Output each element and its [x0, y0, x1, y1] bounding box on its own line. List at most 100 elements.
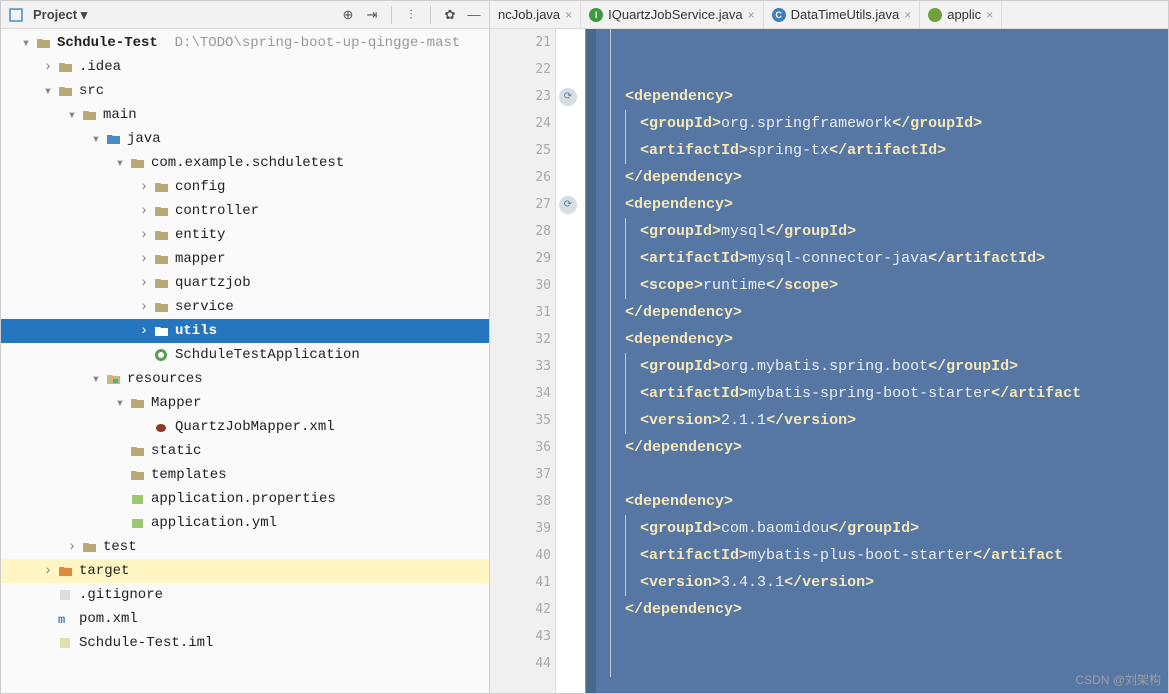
override-icon[interactable]: ⟳ — [559, 88, 577, 106]
tree-item[interactable]: ▾com.example.schduletest — [1, 151, 489, 175]
node-icon — [57, 635, 73, 651]
chevron-icon[interactable]: ▾ — [89, 372, 103, 386]
editor-tab[interactable]: IIQuartzJobService.java× — [581, 1, 763, 28]
editor-tabs: ncJob.java×IIQuartzJobService.java×CData… — [490, 1, 1168, 29]
code-line[interactable]: <version>2.1.1</version> — [596, 407, 1168, 434]
editor-tab[interactable]: CDataTimeUtils.java× — [764, 1, 921, 28]
close-icon[interactable]: × — [565, 8, 572, 22]
chevron-icon[interactable] — [41, 612, 55, 626]
tree-item[interactable]: ›config — [1, 175, 489, 199]
tree-item[interactable]: application.properties — [1, 487, 489, 511]
tree-item[interactable]: Schdule-Test.iml — [1, 631, 489, 655]
tree-item[interactable]: ›quartzjob — [1, 271, 489, 295]
code-line[interactable]: <scope>runtime</scope> — [596, 272, 1168, 299]
editor-tab[interactable]: ncJob.java× — [490, 1, 581, 28]
tree-item[interactable]: ▾Mapper — [1, 391, 489, 415]
chevron-icon[interactable]: › — [137, 252, 151, 266]
override-icon[interactable]: ⟳ — [559, 196, 577, 214]
chevron-icon[interactable] — [113, 468, 127, 482]
collapse-icon[interactable]: ⫶ — [402, 6, 420, 24]
tree-item[interactable]: ▾src — [1, 79, 489, 103]
chevron-icon[interactable]: › — [137, 324, 151, 338]
close-icon[interactable]: × — [748, 8, 755, 22]
chevron-icon[interactable] — [137, 420, 151, 434]
code-line[interactable]: <dependency> — [596, 83, 1168, 110]
tree-item[interactable]: templates — [1, 463, 489, 487]
code-line[interactable]: <artifactId>mybatis-plus-boot-starter</a… — [596, 542, 1168, 569]
tree-item[interactable]: ›test — [1, 535, 489, 559]
chevron-icon[interactable]: › — [137, 204, 151, 218]
gear-icon[interactable]: ✿ — [441, 6, 459, 24]
chevron-icon[interactable]: ▾ — [89, 132, 103, 146]
tree-item[interactable]: mpom.xml — [1, 607, 489, 631]
tree-item[interactable]: ›controller — [1, 199, 489, 223]
code-line[interactable]: <groupId>com.baomidou</groupId> — [596, 515, 1168, 542]
node-icon — [153, 179, 169, 195]
chevron-icon[interactable] — [113, 492, 127, 506]
code-area[interactable]: <dependency><groupId>org.springframework… — [596, 29, 1168, 693]
chevron-icon[interactable]: ▾ — [113, 156, 127, 170]
tree-item[interactable]: static — [1, 439, 489, 463]
locate-icon[interactable]: ⊕ — [339, 6, 357, 24]
tree-item[interactable]: ›utils — [1, 319, 489, 343]
tree-item[interactable]: ›entity — [1, 223, 489, 247]
close-icon[interactable]: × — [904, 8, 911, 22]
code-line[interactable]: <dependency> — [596, 488, 1168, 515]
code-line[interactable]: </dependency> — [596, 299, 1168, 326]
chevron-icon[interactable] — [113, 516, 127, 530]
code-line[interactable] — [596, 29, 1168, 56]
tree-root[interactable]: ▾Schdule-Test D:\TODO\spring-boot-up-qin… — [1, 31, 489, 55]
code-line[interactable] — [596, 623, 1168, 650]
chevron-icon[interactable]: ▾ — [41, 84, 55, 98]
project-dropdown[interactable]: Project ▾ — [33, 7, 87, 23]
code-line[interactable] — [596, 461, 1168, 488]
hide-icon[interactable]: — — [465, 6, 483, 24]
code-line[interactable]: <dependency> — [596, 326, 1168, 353]
tree-item[interactable]: ›service — [1, 295, 489, 319]
code-line[interactable]: <groupId>org.mybatis.spring.boot</groupI… — [596, 353, 1168, 380]
code-line[interactable]: <artifactId>mybatis-spring-boot-starter<… — [596, 380, 1168, 407]
tree-item[interactable]: .gitignore — [1, 583, 489, 607]
chevron-icon[interactable]: › — [137, 276, 151, 290]
code-line[interactable]: </dependency> — [596, 164, 1168, 191]
code-line[interactable]: </dependency> — [596, 434, 1168, 461]
chevron-icon[interactable] — [113, 444, 127, 458]
tree-item[interactable]: ▾java — [1, 127, 489, 151]
code-line[interactable]: <dependency> — [596, 191, 1168, 218]
chevron-icon[interactable] — [41, 588, 55, 602]
chevron-icon[interactable]: › — [137, 228, 151, 242]
editor-panel: ncJob.java×IIQuartzJobService.java×CData… — [490, 1, 1168, 693]
node-icon — [129, 515, 145, 531]
editor[interactable]: 212223⟳24252627⟳282930313233343536373839… — [490, 29, 1168, 693]
tree-item[interactable]: ›mapper — [1, 247, 489, 271]
editor-tab[interactable]: applic× — [920, 1, 1002, 28]
code-line[interactable]: <artifactId>mysql-connector-java</artifa… — [596, 245, 1168, 272]
node-icon — [153, 203, 169, 219]
tree-item[interactable]: ▾resources — [1, 367, 489, 391]
project-tree[interactable]: ▾Schdule-Test D:\TODO\spring-boot-up-qin… — [1, 29, 489, 693]
tree-item[interactable]: ›target — [1, 559, 489, 583]
chevron-icon[interactable] — [137, 348, 151, 362]
close-icon[interactable]: × — [986, 8, 993, 22]
tree-item[interactable]: SchduleTestApplication — [1, 343, 489, 367]
line-number: 30 — [490, 272, 555, 299]
chevron-icon[interactable]: ▾ — [113, 396, 127, 410]
chevron-icon[interactable]: ▾ — [65, 108, 79, 122]
chevron-icon[interactable]: › — [137, 180, 151, 194]
expand-icon[interactable]: ⇥ — [363, 6, 381, 24]
chevron-icon[interactable]: › — [137, 300, 151, 314]
tree-item[interactable]: application.yml — [1, 511, 489, 535]
chevron-icon[interactable]: › — [65, 540, 79, 554]
code-line[interactable]: <groupId>org.springframework</groupId> — [596, 110, 1168, 137]
code-line[interactable]: <version>3.4.3.1</version> — [596, 569, 1168, 596]
code-line[interactable]: <artifactId>spring-tx</artifactId> — [596, 137, 1168, 164]
chevron-icon[interactable]: › — [41, 60, 55, 74]
tree-item[interactable]: ›.idea — [1, 55, 489, 79]
chevron-icon[interactable] — [41, 636, 55, 650]
chevron-icon[interactable]: › — [41, 564, 55, 578]
code-line[interactable]: <groupId>mysql</groupId> — [596, 218, 1168, 245]
code-line[interactable]: </dependency> — [596, 596, 1168, 623]
code-line[interactable] — [596, 56, 1168, 83]
tree-item[interactable]: QuartzJobMapper.xml — [1, 415, 489, 439]
tree-item[interactable]: ▾main — [1, 103, 489, 127]
